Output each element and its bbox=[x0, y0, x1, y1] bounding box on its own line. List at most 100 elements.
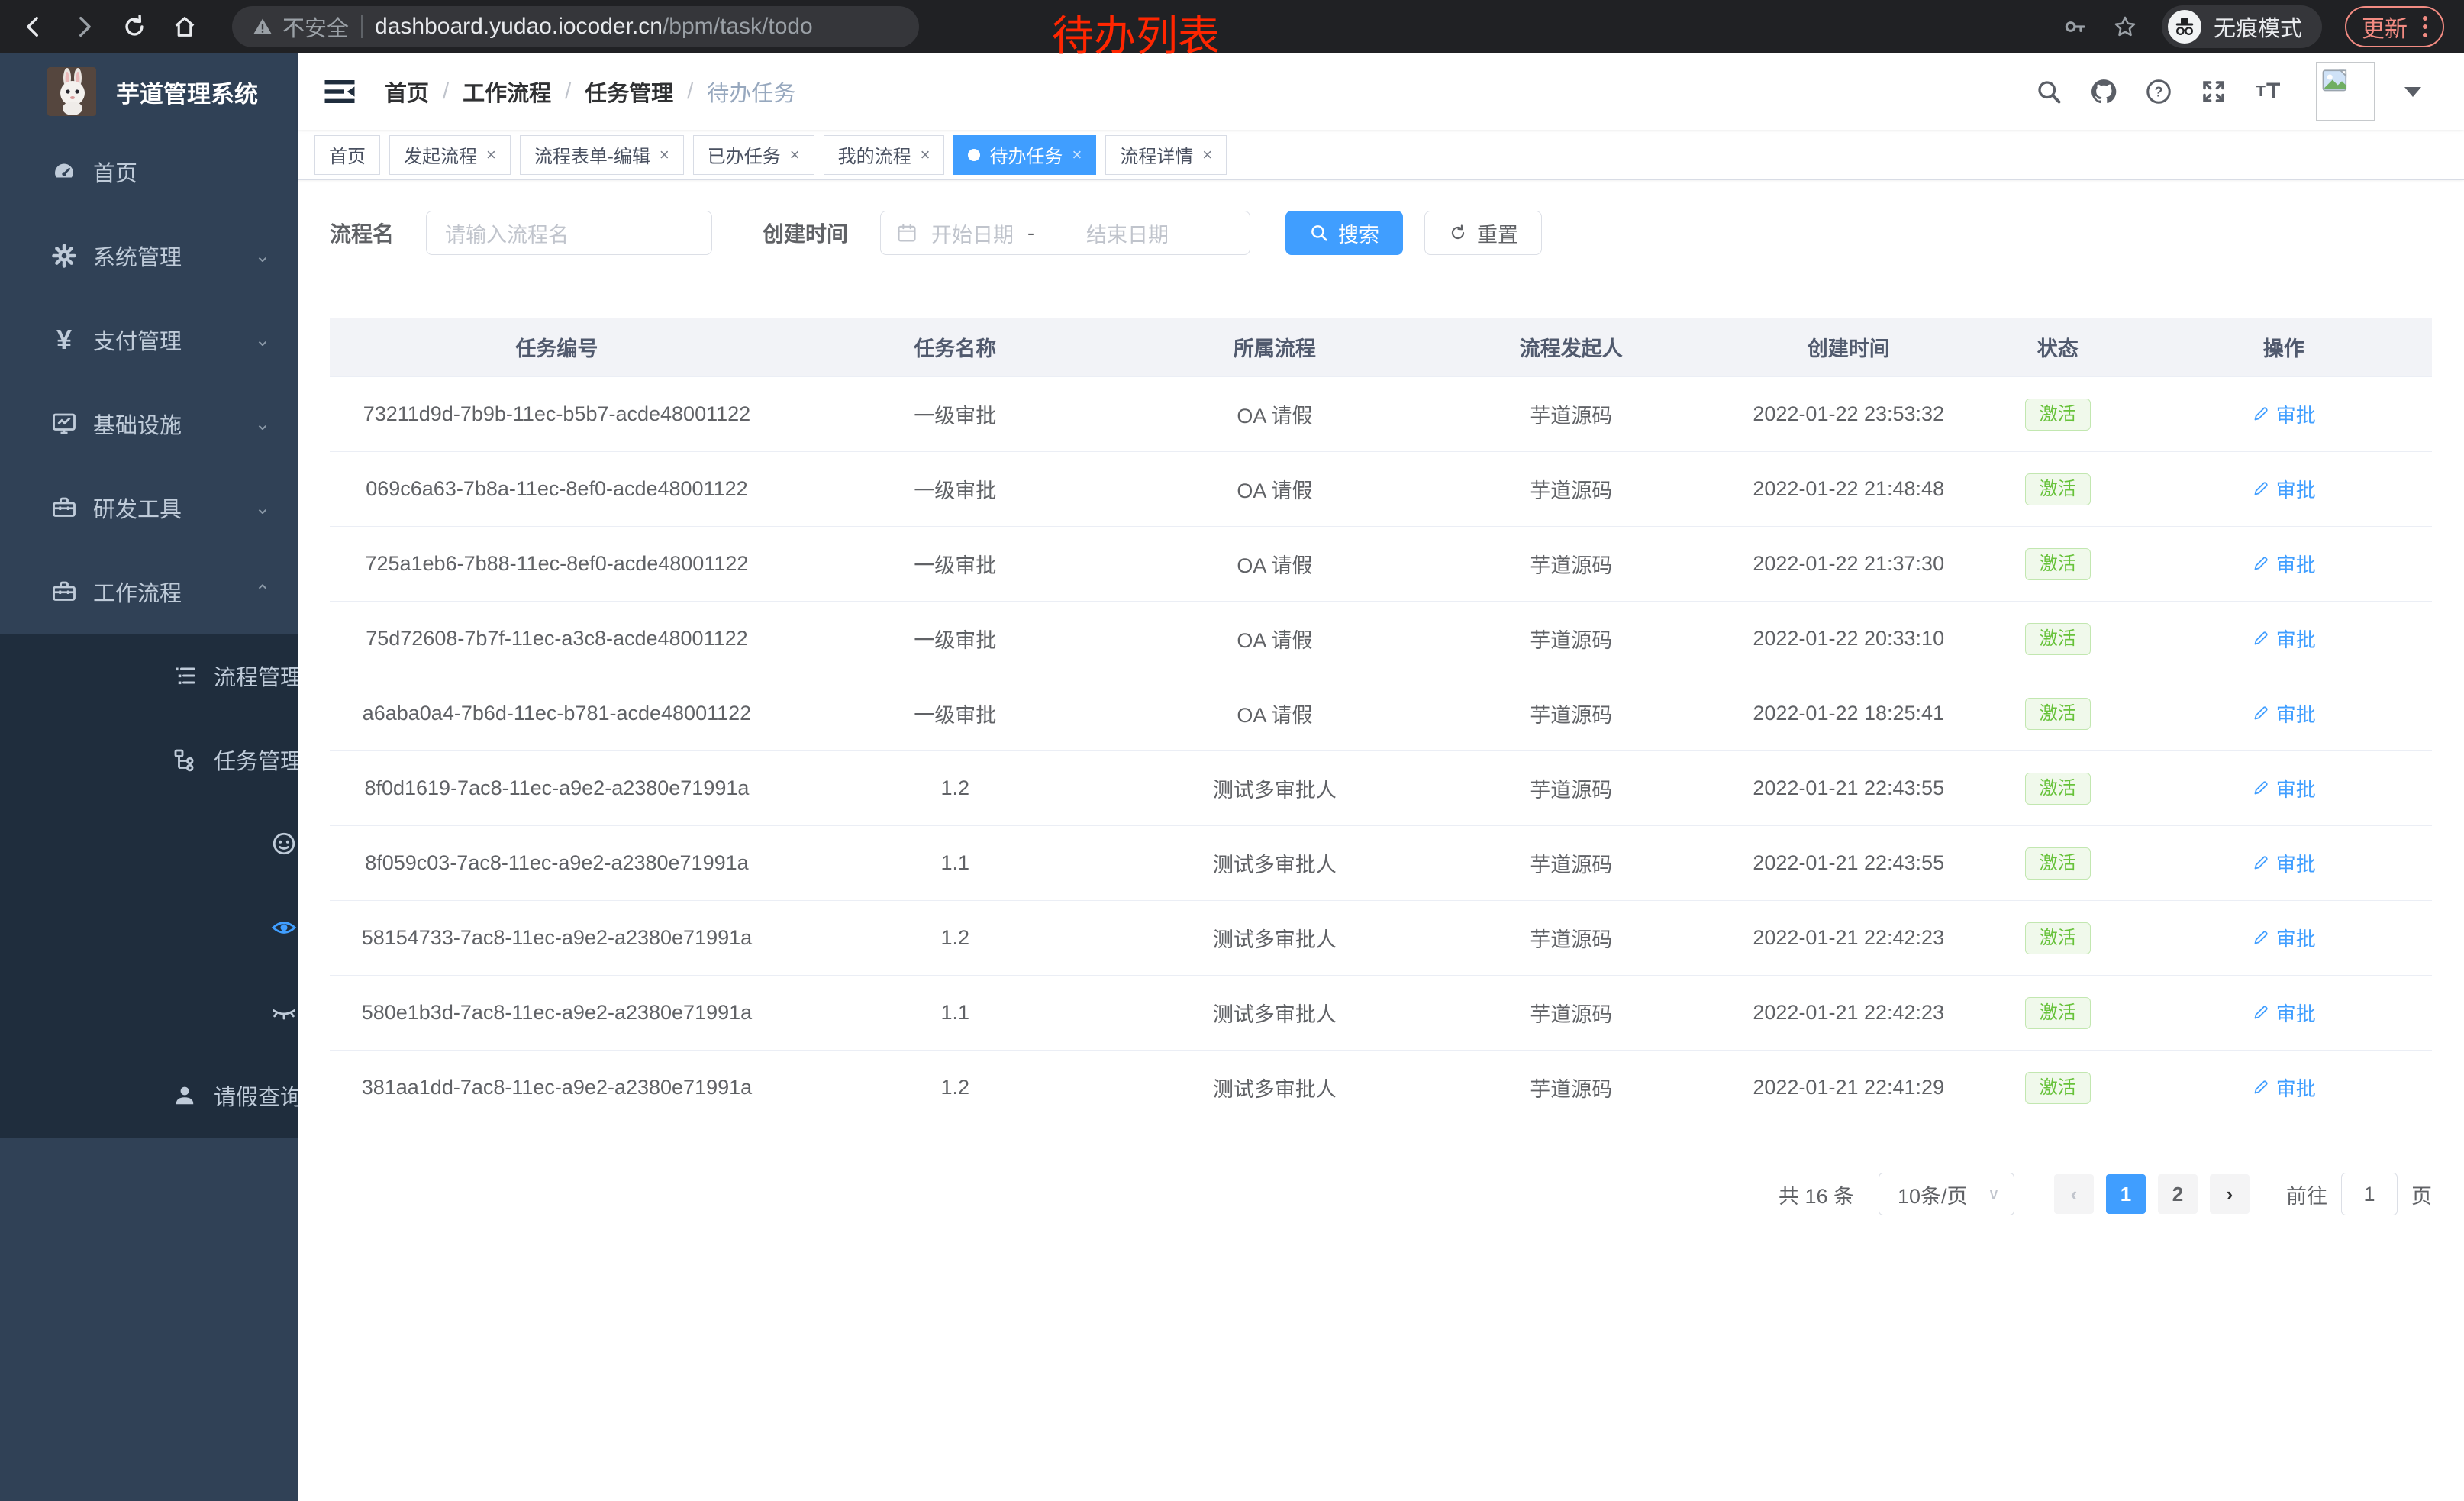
tab-close-icon[interactable]: × bbox=[1072, 145, 1082, 165]
status-badge: 激活 bbox=[2025, 922, 2091, 954]
tab-我的流程[interactable]: 我的流程× bbox=[824, 135, 945, 175]
tab-close-icon[interactable]: × bbox=[1202, 145, 1212, 165]
sidebar-item-label: 支付管理 bbox=[93, 324, 182, 356]
search-button-icon bbox=[1309, 223, 1329, 243]
status-badge: 激活 bbox=[2025, 698, 2091, 730]
cell-create-time: 2022-01-21 22:41:29 bbox=[1719, 1076, 1978, 1099]
tab-label: 首页 bbox=[329, 141, 366, 168]
gear-icon bbox=[49, 242, 79, 270]
cell-create-time: 2022-01-22 21:48:48 bbox=[1719, 477, 1978, 501]
github-icon[interactable] bbox=[2088, 76, 2119, 107]
fullscreen-icon[interactable] bbox=[2198, 76, 2229, 107]
sidebar-collapse-icon[interactable] bbox=[324, 78, 356, 105]
tab-首页[interactable]: 首页 bbox=[314, 135, 380, 175]
logo-row[interactable]: 芋道管理系统 bbox=[0, 53, 298, 130]
approve-link[interactable]: 审批 bbox=[2252, 550, 2316, 578]
search-icon[interactable] bbox=[2033, 76, 2064, 107]
bookmark-star-icon[interactable] bbox=[2111, 13, 2139, 40]
sidebar-item-流程管理[interactable]: 流程管理⌄ bbox=[0, 634, 298, 718]
sidebar-item-label: 请假查询 bbox=[214, 1080, 302, 1112]
sidebar-item-首页[interactable]: 首页 bbox=[0, 130, 298, 214]
address-bar[interactable]: 不安全 dashboard.yudao.iocoder.cn/bpm/task/… bbox=[232, 6, 919, 47]
cell-task-id: a6aba0a4-7b6d-11ec-b781-acde48001122 bbox=[330, 702, 784, 725]
approve-link[interactable]: 审批 bbox=[2252, 999, 2316, 1027]
tab-流程详情[interactable]: 流程详情× bbox=[1105, 135, 1227, 175]
sidebar-item-请假查询[interactable]: 请假查询 bbox=[0, 1054, 298, 1138]
tab-流程表单-编辑[interactable]: 流程表单-编辑× bbox=[520, 135, 684, 175]
cell-process: 测试多审批人 bbox=[1127, 848, 1423, 878]
page-button-2[interactable]: 2 bbox=[2158, 1174, 2198, 1214]
tab-close-icon[interactable]: × bbox=[790, 145, 800, 165]
approve-link[interactable]: 审批 bbox=[2252, 924, 2316, 952]
edit-pencil-icon bbox=[2252, 405, 2270, 423]
sidebar-item-label: 基础设施 bbox=[93, 408, 182, 440]
site-security[interactable]: 不安全 bbox=[252, 11, 349, 43]
next-page-button[interactable]: › bbox=[2210, 1174, 2250, 1214]
font-size-icon[interactable]: TT bbox=[2253, 76, 2284, 107]
column-header-任务编号: 任务编号 bbox=[330, 332, 784, 362]
svg-text:?: ? bbox=[2155, 85, 2163, 100]
cell-status: 激活 bbox=[1978, 1072, 2137, 1104]
help-icon[interactable]: ? bbox=[2143, 76, 2174, 107]
tab-close-icon[interactable]: × bbox=[921, 145, 930, 165]
approve-link[interactable]: 审批 bbox=[2252, 849, 2316, 877]
sidebar-item-基础设施[interactable]: 基础设施⌄ bbox=[0, 382, 298, 466]
column-header-任务名称: 任务名称 bbox=[784, 332, 1127, 362]
tab-已办任务[interactable]: 已办任务× bbox=[693, 135, 814, 175]
cell-action: 审批 bbox=[2137, 774, 2430, 803]
sidebar-item-系统管理[interactable]: 系统管理⌄ bbox=[0, 214, 298, 298]
reset-button[interactable]: 重置 bbox=[1424, 211, 1542, 255]
user-avatar[interactable] bbox=[2316, 62, 2375, 121]
sidebar-item-研发工具[interactable]: 研发工具⌄ bbox=[0, 466, 298, 550]
browser-reload-icon[interactable] bbox=[121, 13, 148, 40]
sidebar-item-我的流程[interactable]: 我的流程 bbox=[0, 802, 298, 886]
sidebar-item-支付管理[interactable]: ¥支付管理⌄ bbox=[0, 298, 298, 382]
status-badge: 激活 bbox=[2025, 997, 2091, 1029]
table-header: 任务编号任务名称所属流程流程发起人创建时间状态操作 bbox=[330, 318, 2432, 377]
table-row: 58154733-7ac8-11ec-a9e2-a2380e71991a1.2测… bbox=[330, 901, 2432, 976]
approve-link[interactable]: 审批 bbox=[2252, 400, 2316, 428]
browser-forward-icon[interactable] bbox=[70, 13, 98, 40]
tab-发起流程[interactable]: 发起流程× bbox=[389, 135, 511, 175]
tab-close-icon[interactable]: × bbox=[486, 145, 496, 165]
sidebar-item-label: 首页 bbox=[93, 156, 137, 188]
goto-page: 前往 页 bbox=[2286, 1173, 2432, 1215]
cell-process: 测试多审批人 bbox=[1127, 923, 1423, 953]
page-button-1[interactable]: 1 bbox=[2106, 1174, 2146, 1214]
browser-menu-icon[interactable] bbox=[2423, 16, 2427, 37]
cell-task-name: 1.2 bbox=[784, 1076, 1127, 1099]
approve-link[interactable]: 审批 bbox=[2252, 475, 2316, 503]
date-range-input[interactable]: 开始日期 - 结束日期 bbox=[880, 211, 1250, 255]
breadcrumb-item-工作流程[interactable]: 工作流程 bbox=[463, 76, 551, 108]
approve-link[interactable]: 审批 bbox=[2252, 1073, 2316, 1102]
password-key-icon[interactable] bbox=[2061, 13, 2088, 40]
avatar-caret-icon[interactable] bbox=[2404, 87, 2421, 97]
cell-create-time: 2022-01-21 22:42:23 bbox=[1719, 1001, 1978, 1025]
sidebar-item-待办任务[interactable]: 待办任务 bbox=[0, 886, 298, 970]
prev-page-button[interactable]: ‹ bbox=[2054, 1174, 2094, 1214]
goto-page-input[interactable] bbox=[2341, 1173, 2398, 1215]
tab-待办任务[interactable]: 待办任务× bbox=[953, 135, 1096, 175]
breadcrumb-item-首页[interactable]: 首页 bbox=[385, 76, 429, 108]
column-header-操作: 操作 bbox=[2137, 332, 2430, 362]
cell-task-id: 58154733-7ac8-11ec-a9e2-a2380e71991a bbox=[330, 926, 784, 950]
process-name-input[interactable]: 请输入流程名 bbox=[426, 211, 712, 255]
sidebar-item-工作流程[interactable]: 工作流程⌃ bbox=[0, 550, 298, 634]
search-button[interactable]: 搜索 bbox=[1285, 211, 1403, 255]
approve-link[interactable]: 审批 bbox=[2252, 625, 2316, 653]
breadcrumb-item-任务管理[interactable]: 任务管理 bbox=[585, 76, 673, 108]
cell-create-time: 2022-01-22 20:33:10 bbox=[1719, 627, 1978, 650]
update-button[interactable]: 更新 bbox=[2345, 6, 2444, 47]
column-header-流程发起人: 流程发起人 bbox=[1423, 332, 1719, 362]
page-size-select[interactable]: 10条/页 ∨ bbox=[1879, 1173, 2014, 1215]
column-header-所属流程: 所属流程 bbox=[1127, 332, 1423, 362]
sidebar-item-已办任务[interactable]: 已办任务 bbox=[0, 970, 298, 1054]
browser-back-icon[interactable] bbox=[20, 13, 47, 40]
sidebar-item-任务管理[interactable]: 任务管理⌃ bbox=[0, 718, 298, 802]
approve-link[interactable]: 审批 bbox=[2252, 774, 2316, 802]
url-text[interactable]: dashboard.yudao.iocoder.cn/bpm/task/todo bbox=[375, 14, 813, 40]
cell-action: 审批 bbox=[2137, 999, 2430, 1028]
approve-link[interactable]: 审批 bbox=[2252, 699, 2316, 728]
browser-home-icon[interactable] bbox=[171, 13, 198, 40]
tab-close-icon[interactable]: × bbox=[660, 145, 669, 165]
